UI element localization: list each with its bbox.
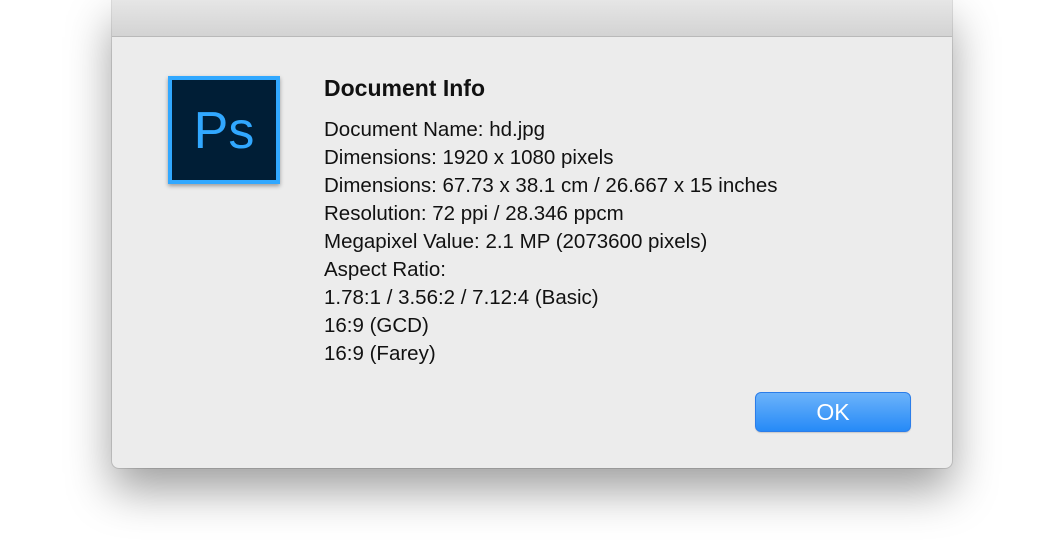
screen: Ps Document Info Document Name: hd.jpg D… [0, 0, 1064, 558]
info-line-aspect-ratio-label: Aspect Ratio: [324, 258, 446, 281]
document-info-dialog: Ps Document Info Document Name: hd.jpg D… [112, 0, 952, 468]
photoshop-app-icon: Ps [168, 76, 280, 184]
dialog-title: Document Info [324, 75, 485, 101]
photoshop-logo-text: Ps [194, 102, 255, 160]
info-line-document-name: Document Name: hd.jpg [324, 118, 546, 141]
info-line-print-dimensions: Dimensions: 67.73 x 38.1 cm / 26.667 x 1… [324, 174, 778, 197]
info-line-pixel-dimensions: Dimensions: 1920 x 1080 pixels [324, 146, 614, 169]
info-line-aspect-basic: 1.78:1 / 3.56:2 / 7.12:4 (Basic) [324, 286, 599, 309]
info-line-resolution: Resolution: 72 ppi / 28.346 ppcm [324, 202, 624, 225]
info-line-aspect-farey: 16:9 (Farey) [324, 342, 436, 365]
ok-button[interactable]: OK [755, 392, 911, 432]
info-line-aspect-gcd: 16:9 (GCD) [324, 314, 429, 337]
dialog-titlebar [112, 0, 952, 37]
document-info-list: Document Name: hd.jpg Dimensions: 1920 x… [324, 116, 924, 368]
dialog-content: Document Info Document Name: hd.jpg Dime… [324, 72, 924, 368]
info-line-megapixel: Megapixel Value: 2.1 MP (2073600 pixels) [324, 230, 708, 253]
photoshop-logo-icon: Ps [194, 102, 255, 160]
